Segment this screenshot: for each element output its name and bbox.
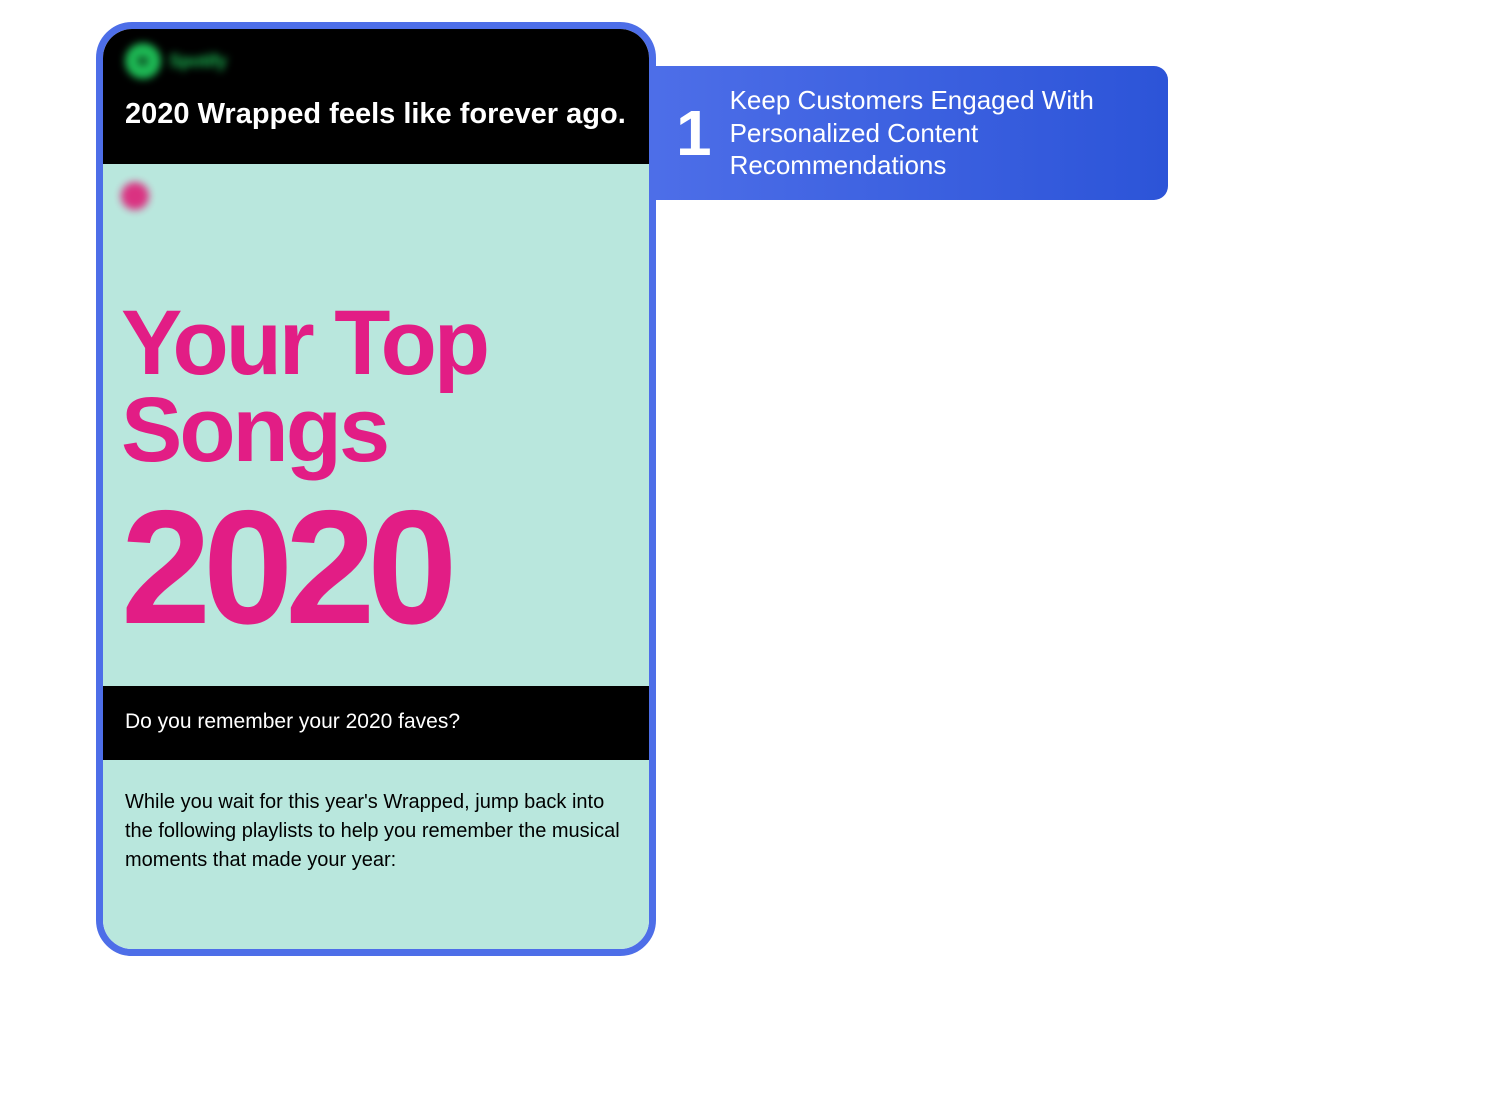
email-header: Spotify 2020 Wrapped feels like forever … [103,29,649,164]
email-headline: 2020 Wrapped feels like forever ago. [125,97,627,132]
annotation-callout: 1 Keep Customers Engaged With Personaliz… [654,66,1168,200]
callout-number: 1 [676,101,712,165]
brand-row: Spotify [125,43,627,79]
email-preview-card: Spotify 2020 Wrapped feels like forever … [96,22,656,956]
subheadline-bar: Do you remember your 2020 faves? [103,686,649,760]
spotify-logo-icon [125,43,161,79]
subheadline-text: Do you remember your 2020 faves? [125,710,460,733]
callout-text: Keep Customers Engaged With Personalized… [730,84,1142,182]
hero-logo-dot-icon [121,182,149,210]
hero-year: 2020 [121,487,631,649]
email-inner: Spotify 2020 Wrapped feels like forever … [103,29,649,949]
body-copy: While you wait for this year's Wrapped, … [103,760,649,949]
hero-panel: Your Top Songs 2020 [103,164,649,686]
brand-name: Spotify [169,51,227,72]
hero-title: Your Top Songs [121,300,631,475]
